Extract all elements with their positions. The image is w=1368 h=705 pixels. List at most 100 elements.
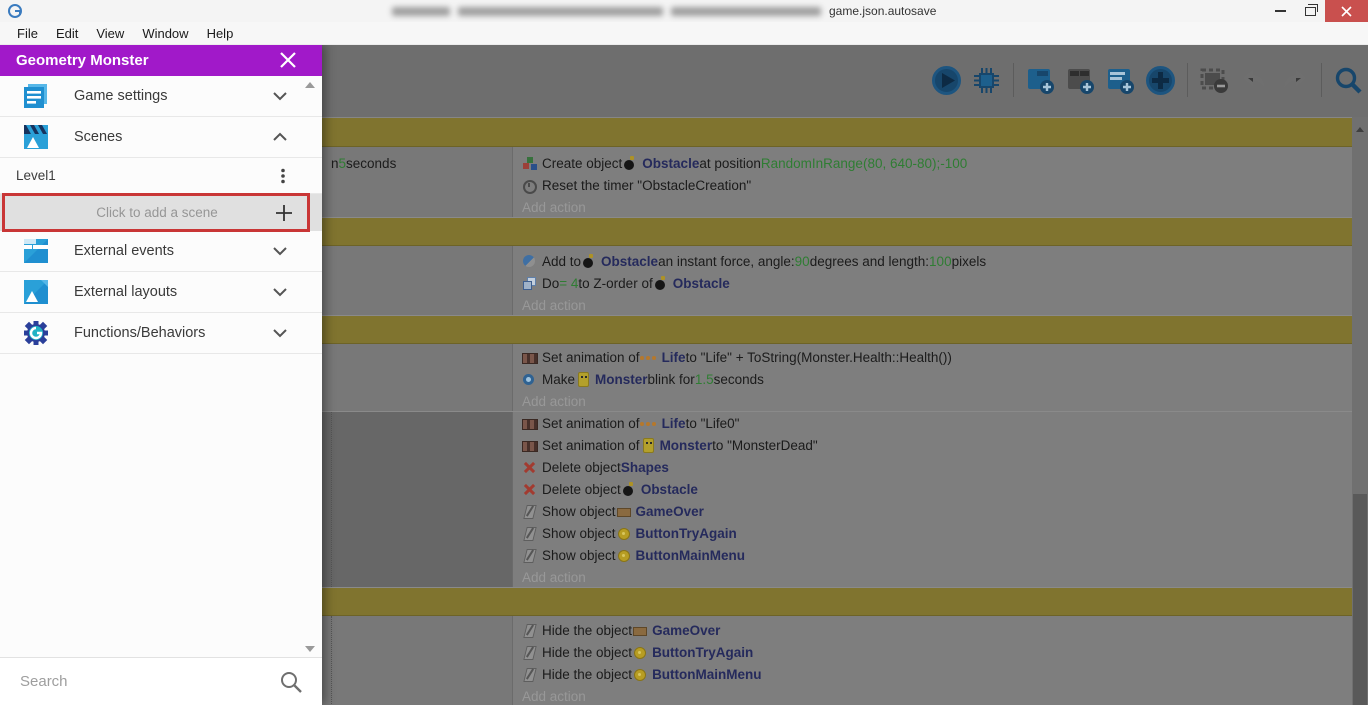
- event[interactable]: Set animation of Life to "Life" + ToStri…: [322, 344, 1352, 412]
- condition-row[interactable]: n 5 seconds: [325, 152, 512, 174]
- conditions-column[interactable]: [322, 344, 513, 411]
- action-row[interactable]: Delete object Obstacle: [516, 478, 1352, 500]
- timer-icon: [522, 178, 538, 194]
- sidebar-item-external-events[interactable]: External events: [0, 231, 322, 272]
- add-scene-button[interactable]: Click to add a scene: [0, 194, 322, 231]
- action-row[interactable]: Hide the object GameOver: [516, 619, 1352, 641]
- action-text: Show object: [542, 547, 616, 563]
- life-icon: [639, 416, 658, 431]
- blink-icon: [522, 372, 538, 387]
- event-group-bar[interactable]: [322, 316, 1352, 344]
- action-row[interactable]: Reset the timer "ObstacleCreation": [516, 174, 1352, 196]
- redo-icon[interactable]: [1279, 65, 1310, 96]
- action-row[interactable]: Set animation of Life to "Life0": [516, 412, 1352, 434]
- add-action-link[interactable]: Add action: [516, 294, 1352, 316]
- add-action-link[interactable]: Add action: [516, 196, 1352, 218]
- drawer-header: Geometry Monster: [0, 44, 322, 76]
- close-window-button[interactable]: [1325, 0, 1368, 22]
- action-row[interactable]: Make Monster blink for 1.5 seconds: [516, 368, 1352, 390]
- search-input[interactable]: [0, 672, 278, 691]
- event[interactable]: Add to Obstacle an instant force, angle:…: [322, 246, 1352, 316]
- visibility-icon: [522, 623, 538, 638]
- scene-item-level1[interactable]: Level1: [0, 158, 322, 194]
- sidebar-item-scenes[interactable]: Scenes: [0, 117, 322, 158]
- add-action-link[interactable]: Add action: [516, 566, 1352, 588]
- actions-column: Set animation of Life to "Life0" Set anim…: [516, 412, 1352, 588]
- event-group-bar[interactable]: [322, 588, 1352, 616]
- redacted-title-segment: [671, 6, 821, 16]
- action-row[interactable]: Set animation of Monster to "MonsterDead…: [516, 434, 1352, 456]
- action-row[interactable]: Do = 4 to Z-order of Obstacle: [516, 272, 1352, 294]
- add-more-icon[interactable]: [1145, 65, 1176, 96]
- scroll-down-icon[interactable]: [305, 646, 315, 652]
- drawer-search-bar: [0, 657, 322, 705]
- action-row[interactable]: Delete object Shapes: [516, 456, 1352, 478]
- scroll-up-icon[interactable]: [305, 82, 315, 88]
- search-icon[interactable]: [1333, 65, 1364, 96]
- action-row[interactable]: Show object ButtonMainMenu: [516, 544, 1352, 566]
- play-icon[interactable]: [931, 65, 962, 96]
- sidebar-item-functions-behaviors[interactable]: Functions/Behaviors: [0, 313, 322, 354]
- action-row[interactable]: Show object ButtonTryAgain: [516, 522, 1352, 544]
- events-sheet: n 5 seconds Create object Obstacle at pos…: [322, 117, 1352, 705]
- sidebar-item-game-settings[interactable]: Game settings: [0, 76, 322, 117]
- project-manager-drawer: Geometry Monster Game settings Scenes Le…: [0, 44, 322, 705]
- menu-file[interactable]: File: [8, 22, 47, 44]
- redacted-title-segment: [458, 6, 663, 16]
- game-over-icon: [632, 623, 648, 638]
- sidebar-item-label: Scenes: [74, 129, 123, 145]
- delete-event-icon[interactable]: [1199, 65, 1230, 96]
- action-text: to "MonsterDead": [712, 437, 818, 453]
- actions-column: Create object Obstacle at position Rando…: [516, 152, 1352, 218]
- action-text: Set animation of: [542, 415, 640, 431]
- action-row[interactable]: Set animation of Life to "Life" + ToStri…: [516, 346, 1352, 368]
- conditions-column[interactable]: [322, 246, 513, 315]
- search-icon[interactable]: [278, 669, 304, 695]
- animation-icon: [522, 350, 538, 365]
- event[interactable]: n 5 seconds Create object Obstacle at pos…: [322, 147, 1352, 218]
- chevron-up-icon: [273, 132, 287, 141]
- menu-view[interactable]: View: [87, 22, 133, 44]
- undo-icon[interactable]: [1239, 65, 1270, 96]
- project-structure-list: Game settings Scenes Level1 Click to add…: [0, 76, 322, 658]
- events-scrollbar[interactable]: [1352, 117, 1368, 705]
- object-link: Shapes: [620, 459, 669, 475]
- add-action-link[interactable]: Add action: [516, 390, 1352, 412]
- event[interactable]: Hide the object GameOver Hide the object …: [322, 616, 1352, 705]
- sidebar-item-label: External events: [74, 243, 174, 259]
- conditions-column[interactable]: [322, 616, 513, 705]
- event-group-bar[interactable]: [322, 118, 1352, 147]
- action-row[interactable]: Create object Obstacle at position Rando…: [516, 152, 1352, 174]
- add-subevent-icon[interactable]: [1065, 65, 1096, 96]
- add-action-link[interactable]: Add action: [516, 685, 1352, 705]
- add-comment-icon[interactable]: [1105, 65, 1136, 96]
- restore-button[interactable]: [1295, 0, 1325, 22]
- minimize-button[interactable]: [1265, 0, 1295, 22]
- action-row[interactable]: Show object GameOver: [516, 500, 1352, 522]
- conditions-column[interactable]: n 5 seconds: [322, 147, 513, 217]
- debug-icon[interactable]: [971, 65, 1002, 96]
- sub-event[interactable]: Set animation of Life to "Life0" Set anim…: [322, 412, 1352, 588]
- window-title-text: game.json.autosave: [829, 4, 937, 18]
- object-link: GameOver: [652, 622, 721, 638]
- close-icon[interactable]: [278, 50, 298, 70]
- menu-help[interactable]: Help: [198, 22, 243, 44]
- gdevelop-logo-icon: [8, 4, 22, 18]
- menu-edit[interactable]: Edit: [47, 22, 87, 44]
- conditions-column[interactable]: [322, 412, 513, 587]
- scroll-up-icon[interactable]: [1356, 127, 1364, 132]
- actions-column: Hide the object GameOver Hide the object …: [516, 619, 1352, 705]
- add-event-icon[interactable]: [1025, 65, 1056, 96]
- force-icon: [522, 254, 538, 269]
- action-text: Add action: [522, 569, 586, 585]
- scrollbar-thumb[interactable]: [1353, 494, 1367, 705]
- event-group-bar[interactable]: [322, 218, 1352, 246]
- action-text: Hide the object: [542, 666, 633, 682]
- action-row[interactable]: Add to Obstacle an instant force, angle:…: [516, 250, 1352, 272]
- sidebar-item-external-layouts[interactable]: External layouts: [0, 272, 322, 313]
- action-text: Add action: [522, 199, 586, 215]
- action-row[interactable]: Hide the object ButtonMainMenu: [516, 663, 1352, 685]
- action-row[interactable]: Hide the object ButtonTryAgain: [516, 641, 1352, 663]
- menu-window[interactable]: Window: [133, 22, 197, 44]
- kebab-menu-icon[interactable]: [274, 167, 292, 185]
